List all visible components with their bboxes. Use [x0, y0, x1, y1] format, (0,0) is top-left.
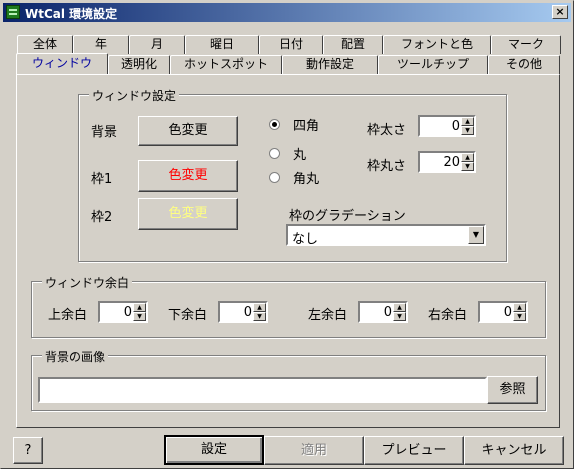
frame-width-spinner[interactable]: 0 ▲ ▼	[418, 115, 476, 137]
window-title: WtCal 環境設定	[25, 7, 118, 21]
shape-rounded-label: 角丸	[293, 172, 320, 187]
apply-button[interactable]: 適用	[264, 436, 364, 465]
spin-down-icon[interactable]: ▼	[393, 312, 406, 321]
top-margin-spinner[interactable]: 0 ▲ ▼	[98, 301, 148, 323]
bg-color-button[interactable]: 色変更	[138, 116, 238, 146]
tab-year[interactable]: 年	[73, 35, 129, 54]
tab-tooltip[interactable]: ツールチップ	[378, 55, 488, 74]
frame-round-spinner[interactable]: 20 ▲ ▼	[418, 151, 476, 173]
tab-window[interactable]: ウィンドウ	[16, 53, 108, 74]
tab-month[interactable]: 月	[129, 35, 185, 54]
gradation-value: なし	[292, 232, 319, 247]
tab-other[interactable]: その他	[488, 55, 560, 74]
tab-hotspot[interactable]: ホットスポット	[170, 55, 282, 74]
frame-width-label: 枠太さ	[367, 123, 407, 138]
tab-date[interactable]: 日付	[259, 35, 323, 54]
tab-mark[interactable]: マーク	[491, 35, 561, 54]
bg-label: 背景	[91, 125, 118, 140]
app-icon	[6, 5, 20, 19]
spin-down-icon[interactable]: ▼	[513, 312, 526, 321]
tab-layout[interactable]: 配置	[323, 35, 383, 54]
frame2-label: 枠2	[91, 210, 113, 225]
spin-up-icon[interactable]: ▲	[133, 303, 146, 312]
right-margin-label: 右余白	[428, 308, 468, 323]
tab-transparency[interactable]: 透明化	[108, 55, 170, 74]
ok-button[interactable]: 設定	[164, 435, 264, 465]
gradation-select[interactable]: なし ▼	[286, 224, 486, 247]
close-button[interactable]: ×	[552, 5, 568, 19]
bottom-margin-spinner[interactable]: 0 ▲ ▼	[218, 301, 268, 323]
right-margin-spinner[interactable]: 0 ▲ ▼	[478, 301, 528, 323]
top-margin-value[interactable]: 0	[124, 305, 132, 320]
shape-square-radio[interactable]	[269, 119, 280, 130]
spin-down-icon[interactable]: ▼	[253, 312, 266, 321]
spin-up-icon[interactable]: ▲	[461, 117, 474, 126]
right-margin-value[interactable]: 0	[504, 305, 512, 320]
title-bar: WtCal 環境設定 ×	[3, 3, 571, 22]
frame-round-label: 枠丸さ	[367, 159, 407, 174]
tab-behavior[interactable]: 動作設定	[282, 55, 378, 74]
tab-weekday[interactable]: 曜日	[185, 35, 259, 54]
background-image-title: 背景の画像	[42, 348, 109, 365]
shape-circle-label: 丸	[293, 148, 307, 163]
preview-button[interactable]: プレビュー	[364, 436, 464, 465]
frame2-color-button[interactable]: 色変更	[138, 198, 238, 230]
shape-square-label: 四角	[293, 119, 320, 134]
chevron-down-icon[interactable]: ▼	[468, 226, 484, 244]
cancel-button[interactable]: キャンセル	[464, 436, 564, 465]
gradation-label: 枠のグラデーション	[289, 209, 406, 224]
frame1-color-button[interactable]: 色変更	[138, 160, 238, 192]
shape-rounded-radio[interactable]	[269, 172, 280, 183]
bottom-margin-label: 下余白	[168, 308, 208, 323]
frame1-label: 枠1	[91, 172, 113, 187]
shape-circle-radio[interactable]	[269, 148, 280, 159]
help-button[interactable]: ?	[13, 437, 43, 464]
margins-title: ウィンドウ余白	[42, 274, 133, 291]
spin-down-icon[interactable]: ▼	[461, 162, 474, 171]
spin-up-icon[interactable]: ▲	[253, 303, 266, 312]
browse-button[interactable]: 参照	[487, 376, 538, 404]
spin-up-icon[interactable]: ▲	[461, 153, 474, 162]
tab-all[interactable]: 全体	[17, 35, 73, 54]
window-settings-title: ウィンドウ設定	[89, 87, 180, 104]
left-margin-label: 左余白	[308, 308, 348, 323]
tab-font-color[interactable]: フォントと色	[383, 35, 491, 54]
bottom-margin-value[interactable]: 0	[244, 305, 252, 320]
settings-window: WtCal 環境設定 × 全体 年 月 曜日 日付 配置 フォントと色 マーク …	[0, 0, 574, 469]
frame-round-value[interactable]: 20	[443, 155, 460, 170]
left-margin-value[interactable]: 0	[384, 305, 392, 320]
background-image-path-input[interactable]	[38, 377, 487, 403]
frame-width-value[interactable]: 0	[452, 119, 460, 134]
spin-down-icon[interactable]: ▼	[133, 312, 146, 321]
top-margin-label: 上余白	[48, 308, 88, 323]
spin-up-icon[interactable]: ▲	[393, 303, 406, 312]
left-margin-spinner[interactable]: 0 ▲ ▼	[358, 301, 408, 323]
spin-down-icon[interactable]: ▼	[461, 126, 474, 135]
spin-up-icon[interactable]: ▲	[513, 303, 526, 312]
